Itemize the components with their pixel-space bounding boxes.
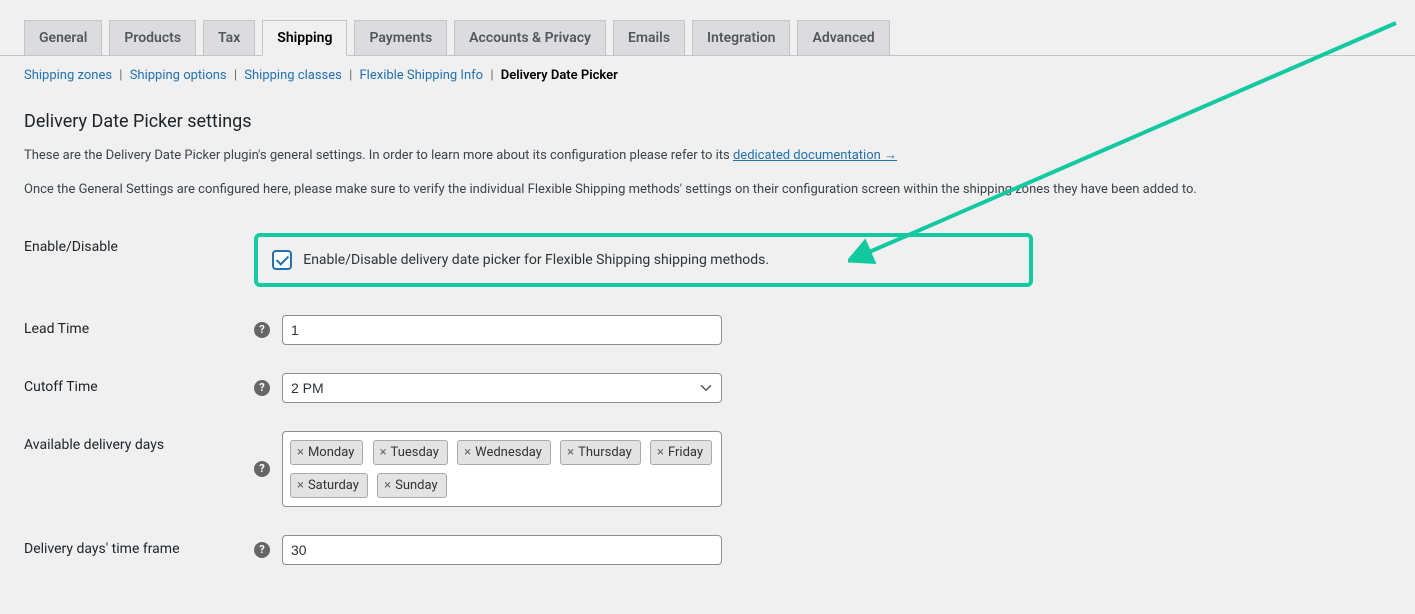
subnav-flexible-shipping-info[interactable]: Flexible Shipping Info [360, 68, 484, 83]
tab-advanced[interactable]: Advanced [797, 20, 889, 55]
tab-payments[interactable]: Payments [354, 20, 447, 55]
lead-time-label: Lead Time [24, 301, 244, 359]
main-tabs: General Products Tax Shipping Payments A… [0, 0, 1415, 56]
remove-icon[interactable]: × [297, 445, 304, 460]
tag-friday[interactable]: ×Friday [650, 440, 712, 465]
tag-thursday[interactable]: ×Thursday [560, 440, 641, 465]
time-frame-label: Delivery days' time frame [24, 521, 244, 579]
tab-tax[interactable]: Tax [203, 20, 255, 55]
subnav-shipping-zones[interactable]: Shipping zones [24, 68, 112, 83]
tab-emails[interactable]: Emails [613, 20, 685, 55]
settings-form: Enable/Disable Enable/Disable delivery d… [24, 219, 1391, 579]
page-title: Delivery Date Picker settings [24, 111, 1391, 132]
subnav-delivery-date-picker[interactable]: Delivery Date Picker [501, 68, 618, 83]
tag-wednesday[interactable]: ×Wednesday [457, 440, 551, 465]
documentation-link[interactable]: dedicated documentation → [733, 148, 897, 163]
shipping-subnav: Shipping zones | Shipping options | Ship… [24, 68, 1415, 83]
help-icon[interactable]: ? [254, 542, 270, 558]
tab-general[interactable]: General [24, 20, 102, 55]
remove-icon[interactable]: × [297, 478, 304, 493]
intro-paragraph-2: Once the General Settings are configured… [24, 180, 1391, 200]
tag-sunday[interactable]: ×Sunday [377, 473, 446, 498]
tab-integration[interactable]: Integration [692, 20, 790, 55]
tab-shipping[interactable]: Shipping [262, 20, 347, 56]
remove-icon[interactable]: × [464, 445, 471, 460]
enable-disable-checkbox-label: Enable/Disable delivery date picker for … [303, 252, 769, 268]
cutoff-time-select[interactable]: 2 PM [282, 373, 722, 403]
help-icon[interactable]: ? [254, 380, 270, 396]
enable-disable-label: Enable/Disable [24, 219, 244, 301]
subnav-shipping-options[interactable]: Shipping options [130, 68, 227, 83]
remove-icon[interactable]: × [384, 478, 391, 493]
cutoff-time-label: Cutoff Time [24, 359, 244, 417]
tag-saturday[interactable]: ×Saturday [290, 473, 368, 498]
enable-disable-checkbox[interactable] [272, 250, 292, 270]
tag-monday[interactable]: ×Monday [290, 440, 363, 465]
available-days-multiselect[interactable]: ×Monday ×Tuesday ×Wednesday ×Thursday ×F… [282, 431, 722, 507]
remove-icon[interactable]: × [380, 445, 387, 460]
help-icon[interactable]: ? [254, 322, 270, 338]
remove-icon[interactable]: × [657, 445, 664, 460]
help-icon[interactable]: ? [254, 461, 270, 477]
tab-products[interactable]: Products [109, 20, 196, 55]
lead-time-input[interactable] [282, 315, 722, 345]
remove-icon[interactable]: × [567, 445, 574, 460]
subnav-shipping-classes[interactable]: Shipping classes [244, 68, 342, 83]
tab-accounts-privacy[interactable]: Accounts & Privacy [454, 20, 606, 55]
highlight-box: Enable/Disable delivery date picker for … [254, 233, 1033, 287]
tag-tuesday[interactable]: ×Tuesday [373, 440, 448, 465]
available-days-label: Available delivery days [24, 417, 244, 521]
intro-paragraph-1: These are the Delivery Date Picker plugi… [24, 146, 1391, 166]
time-frame-input[interactable] [282, 535, 722, 565]
